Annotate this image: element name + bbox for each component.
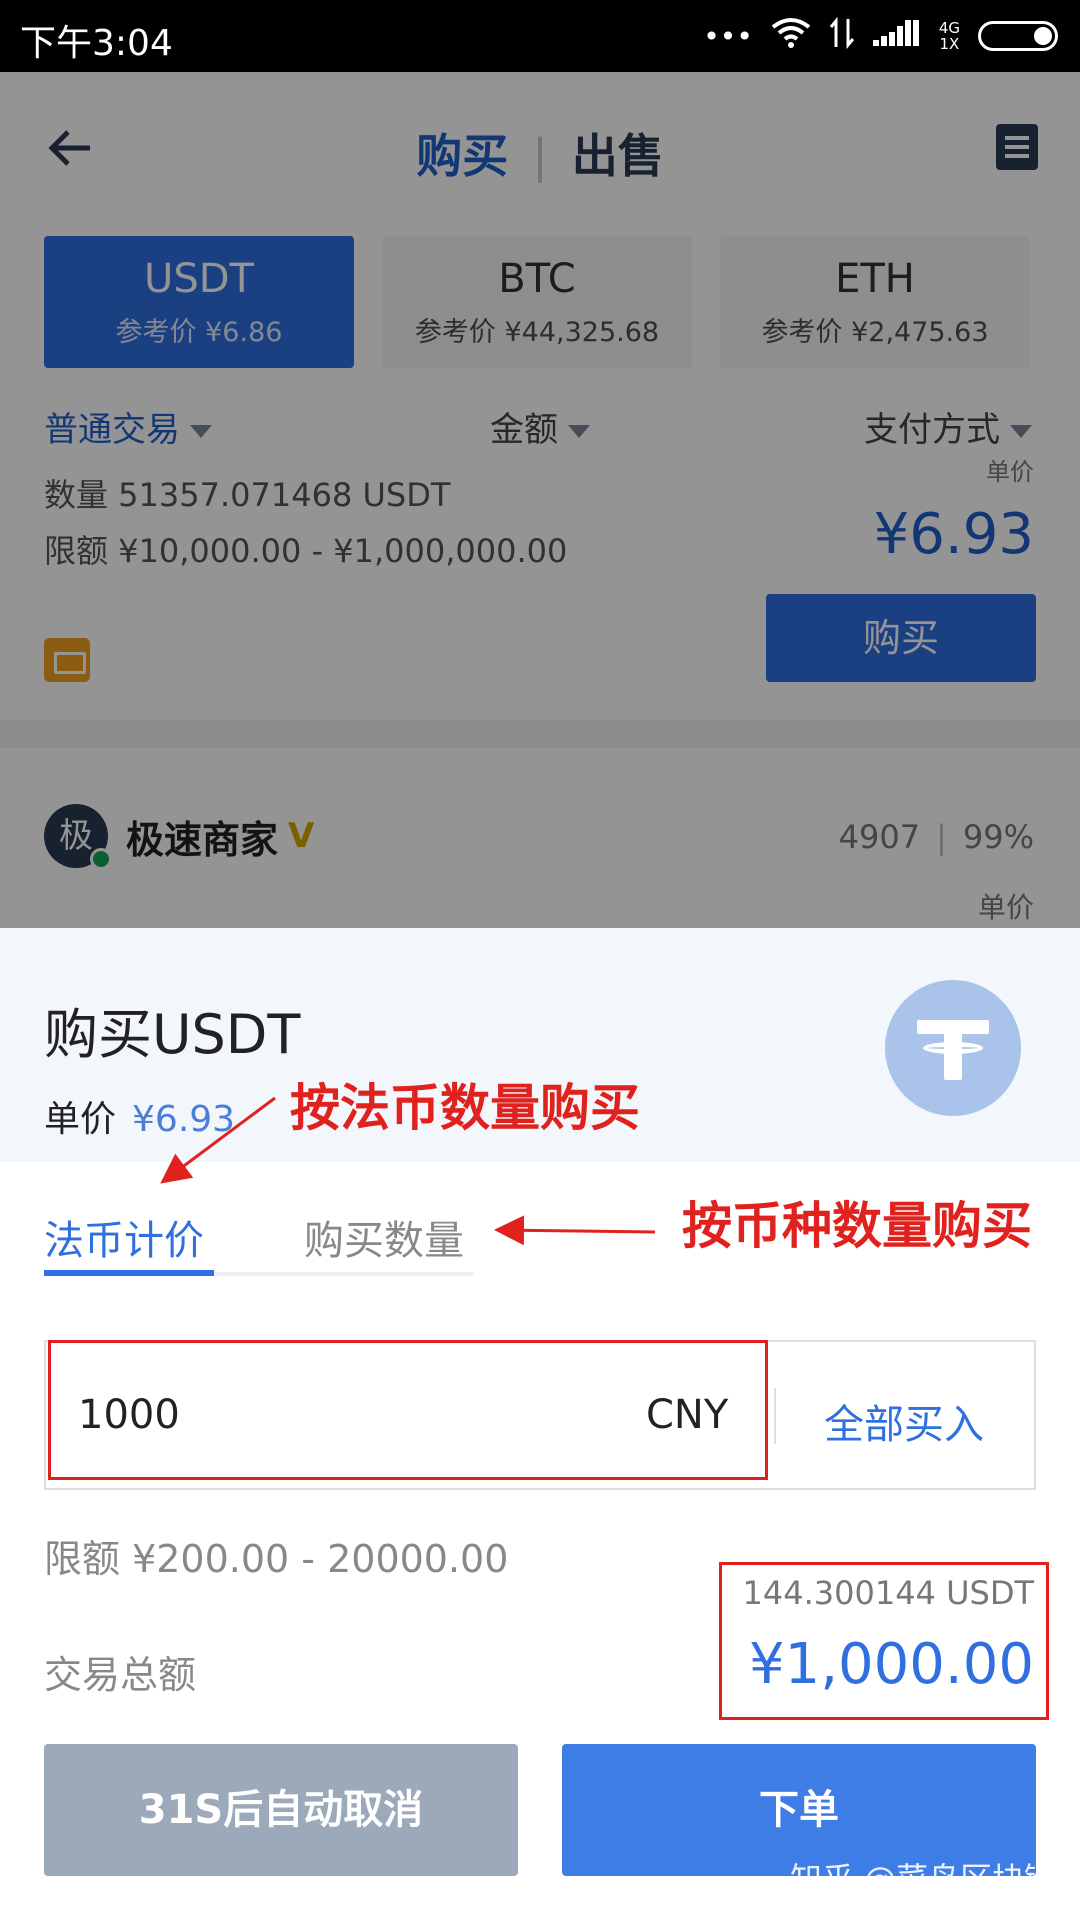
tab-active-indicator [44,1270,214,1276]
modal-overlay[interactable] [0,72,1080,928]
network-type: 4G 1X [938,19,960,53]
status-bar: 下午3:04 ••• 4G 1X [0,0,1080,72]
status-time: 下午3:04 [20,23,173,64]
auto-cancel-button[interactable]: 31S后自动取消 [44,1744,518,1876]
buy-all-button[interactable]: 全部买入 [824,1392,984,1450]
limit-text: 限额 ¥200.00 - 20000.00 [44,1537,509,1581]
sheet-title: 购买USDT [44,1003,301,1066]
data-transfer-icon [829,16,855,56]
tether-logo-icon [885,980,1021,1116]
signal-icon [872,18,921,55]
watermark: 知乎 @菜鸟区块链 [790,1860,1057,1898]
tab-fiat-pricing[interactable]: 法币计价 [44,1208,204,1266]
annotation-box-total [719,1562,1049,1720]
sheet-unit-price: 单价 ¥6.93 [44,1099,236,1140]
more-dots-icon: ••• [703,19,753,53]
input-divider [774,1388,776,1444]
status-icons: ••• 4G 1X [703,16,1058,56]
total-label: 交易总额 [44,1653,197,1697]
battery-icon [978,21,1058,51]
tab-buy-quantity[interactable]: 购买数量 [304,1208,464,1266]
annotation-box-input [48,1340,768,1480]
annotation-by-fiat: 按法币数量购买 [290,1079,640,1137]
wifi-icon [771,17,811,56]
annotation-by-coin: 按币种数量购买 [682,1197,1032,1255]
